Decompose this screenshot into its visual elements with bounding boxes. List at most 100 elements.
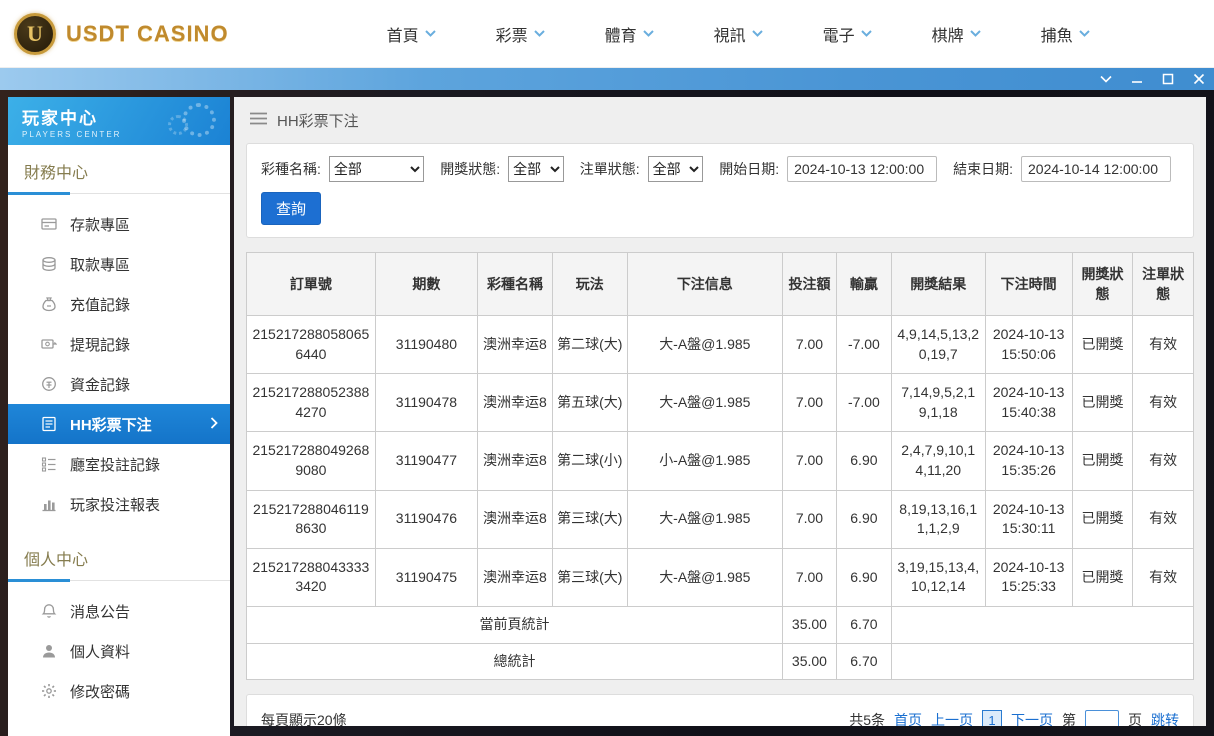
start-date-input[interactable]: [787, 156, 937, 182]
jump-page-input[interactable]: [1085, 710, 1119, 726]
grand-total-empty: [891, 643, 1193, 680]
col-lottery: 彩種名稱: [478, 253, 553, 316]
nav-label: 彩票: [496, 22, 528, 46]
table-row: 2152172880492689080 31190477 澳洲幸运8 第二球(小…: [247, 432, 1194, 490]
sidebar-item-announcements[interactable]: 消息公告: [8, 591, 230, 631]
pager: 共5条 首页 上一页 1 下一页 第 页 跳转: [849, 710, 1179, 726]
gear-icon: [41, 683, 57, 699]
cell-lottery: 澳洲幸运8: [478, 374, 553, 432]
cell-time: 2024-10-13 15:50:06: [985, 316, 1072, 374]
cell-winloss: 6.90: [836, 490, 891, 548]
chevron-down-icon: [861, 30, 872, 37]
sidebar-item-funds-records[interactable]: 資金記錄: [8, 364, 230, 404]
next-page-link[interactable]: 下一页: [1011, 710, 1053, 726]
cell-draw-status: 已開獎: [1072, 316, 1133, 374]
draw-status-filter-label: 開獎狀態:: [440, 159, 500, 179]
grand-total-label: 總統計: [247, 643, 783, 680]
collapse-icon[interactable]: [1099, 72, 1113, 86]
cell-order-status: 有效: [1133, 374, 1194, 432]
sidebar-item-hh-lottery-bets[interactable]: HH彩票下注: [8, 404, 230, 444]
table-row: 2152172880433333420 31190475 澳洲幸运8 第三球(大…: [247, 548, 1194, 606]
close-icon[interactable]: [1192, 72, 1206, 86]
cell-draw-status: 已開獎: [1072, 432, 1133, 490]
minimize-icon[interactable]: [1130, 72, 1144, 86]
lottery-list-icon: [41, 416, 57, 432]
cell-time: 2024-10-13 15:30:11: [985, 490, 1072, 548]
chevron-down-icon: [534, 30, 545, 37]
chevron-down-icon: [643, 30, 654, 37]
table-header-row: 訂單號 期數 彩種名稱 玩法 下注信息 投注額 輸贏 開獎結果 下注時間 開獎狀…: [247, 253, 1194, 316]
nav-item-video[interactable]: 視訊: [714, 22, 763, 46]
brand-logo[interactable]: U USDT CASINO: [14, 13, 229, 55]
grand-total-amount: 35.00: [782, 643, 836, 680]
bets-table: 訂單號 期數 彩種名稱 玩法 下注信息 投注額 輸贏 開獎結果 下注時間 開獎狀…: [246, 252, 1194, 680]
cell-draw-status: 已開獎: [1072, 374, 1133, 432]
cell-order-status: 有效: [1133, 316, 1194, 374]
jump-button[interactable]: 跳转: [1151, 710, 1179, 726]
nav-item-lottery[interactable]: 彩票: [496, 22, 545, 46]
sidebar-item-label: 資金記錄: [70, 374, 130, 395]
cell-amount: 7.00: [782, 548, 836, 606]
breadcrumb: HH彩票下注: [234, 97, 1206, 143]
sidebar-item-deposit[interactable]: 存款專區: [8, 204, 230, 244]
cell-period: 31190478: [375, 374, 477, 432]
window-controls: [1099, 68, 1206, 90]
sidebar-item-withdraw[interactable]: 取款專區: [8, 244, 230, 284]
hamburger-menu-icon[interactable]: [250, 112, 267, 129]
nav-item-cards[interactable]: 棋牌: [932, 22, 981, 46]
deposit-card-icon: [41, 216, 57, 232]
search-button[interactable]: 查詢: [261, 192, 321, 225]
nav-item-fishing[interactable]: 捕魚: [1041, 22, 1090, 46]
poker-chip-icon: [168, 115, 188, 135]
cell-bet: 大-A盤@1.985: [627, 374, 782, 432]
cell-period: 31190476: [375, 490, 477, 548]
filter-panel: 彩種名稱: 全部 開獎狀態: 全部 注單狀態: 全部 開始日期: 結束日期: 查…: [246, 143, 1194, 238]
end-date-input[interactable]: [1021, 156, 1171, 182]
sidebar: 玩家中心 PLAYERS CENTER 財務中心 存款專區 取款專區 充值記錄: [8, 97, 230, 736]
nav-item-home[interactable]: 首頁: [387, 22, 436, 46]
nav-item-slots[interactable]: 電子: [823, 22, 872, 46]
current-page-button[interactable]: 1: [982, 710, 1002, 726]
cell-lottery: 澳洲幸运8: [478, 432, 553, 490]
lottery-select[interactable]: 全部: [329, 156, 424, 182]
sidebar-item-cashout-records[interactable]: 提現記錄: [8, 324, 230, 364]
cell-order: 2152172880492689080: [247, 432, 376, 490]
draw-status-select[interactable]: 全部: [508, 156, 564, 182]
cell-play: 第二球(大): [552, 316, 627, 374]
nav-item-sports[interactable]: 體育: [605, 22, 654, 46]
nav-label: 電子: [823, 22, 855, 46]
order-status-filter-label: 注單狀態:: [580, 159, 640, 179]
cell-period: 31190480: [375, 316, 477, 374]
screen: U USDT CASINO 首頁 彩票 體育 視訊 電子: [0, 0, 1214, 736]
sidebar-item-profile[interactable]: 個人資料: [8, 631, 230, 671]
main-content: HH彩票下注 彩種名稱: 全部 開獎狀態: 全部 注單狀態: 全部 開始日期: …: [234, 97, 1206, 726]
cell-play: 第五球(大): [552, 374, 627, 432]
chevron-down-icon: [1079, 30, 1090, 37]
page-total-amount: 35.00: [782, 606, 836, 643]
end-date-label: 結束日期:: [953, 159, 1013, 179]
jump-suffix-text: 页: [1128, 710, 1142, 726]
sidebar-item-label: 個人資料: [70, 641, 130, 662]
prev-page-link[interactable]: 上一页: [931, 710, 973, 726]
maximize-icon[interactable]: [1161, 72, 1175, 86]
cell-amount: 7.00: [782, 374, 836, 432]
chevron-right-icon: [210, 416, 218, 433]
sidebar-item-player-bet-report[interactable]: 玩家投注報表: [8, 484, 230, 524]
pagination-bar: 每頁顯示20條 共5条 首页 上一页 1 下一页 第 页 跳转: [246, 694, 1194, 726]
cell-bet: 小-A盤@1.985: [627, 432, 782, 490]
sidebar-item-label: 取款專區: [70, 254, 130, 275]
sidebar-item-recharge-records[interactable]: 充值記錄: [8, 284, 230, 324]
nav-label: 棋牌: [932, 22, 964, 46]
checklist-icon: [41, 456, 57, 472]
first-page-link[interactable]: 首页: [894, 710, 922, 726]
cell-lottery: 澳洲幸运8: [478, 316, 553, 374]
bets-table-wrap: 訂單號 期數 彩種名稱 玩法 下注信息 投注額 輸贏 開獎結果 下注時間 開獎狀…: [246, 252, 1194, 680]
cell-bet: 大-A盤@1.985: [627, 316, 782, 374]
sidebar-item-room-bet-records[interactable]: 廳室投註記錄: [8, 444, 230, 484]
order-status-select[interactable]: 全部: [648, 156, 704, 182]
grand-total-row: 總統計 35.00 6.70: [247, 643, 1194, 680]
cell-draw-status: 已開獎: [1072, 490, 1133, 548]
cell-bet: 大-A盤@1.985: [627, 490, 782, 548]
cell-period: 31190475: [375, 548, 477, 606]
sidebar-item-change-password[interactable]: 修改密碼: [8, 671, 230, 711]
